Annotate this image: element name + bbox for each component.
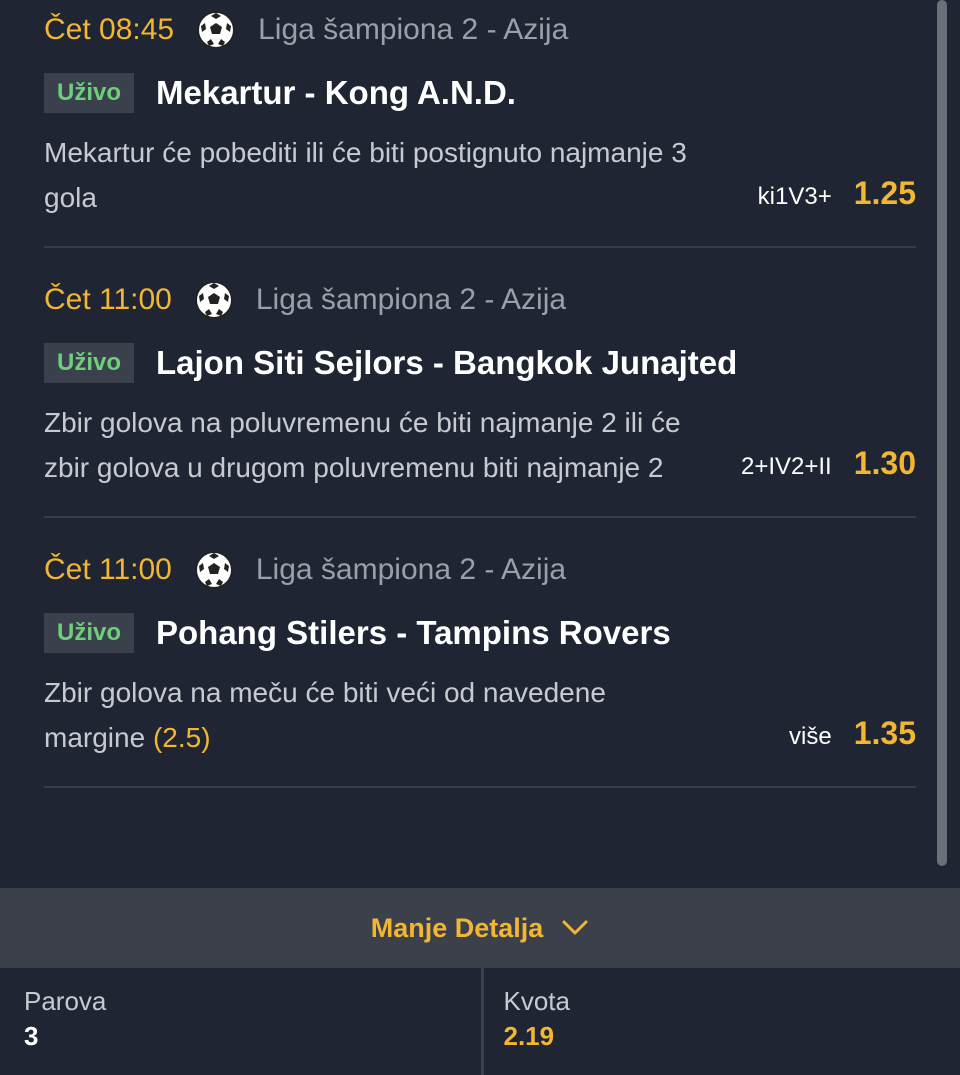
bet-description-text: Zbir golova na meču će biti veći od nave… (44, 677, 606, 753)
league-name: Liga šampiona 2 - Azija (255, 283, 567, 316)
bet-description: Mekartur će pobediti ili će biti postign… (44, 130, 704, 220)
ticket-summary: Parova 3 Kvota 2.19 (0, 968, 960, 1075)
bet-margin: (2.5) (152, 722, 211, 753)
bet-description-text: Zbir golova na poluvremenu će biti najma… (44, 407, 681, 483)
match-teams[interactable]: Mekartur - Kong A.N.D. (156, 70, 516, 116)
pick-code: ki1V3+ (757, 183, 832, 210)
league-name: Liga šampiona 2 - Azija (255, 553, 567, 586)
match-teams[interactable]: Lajon Siti Sejlors - Bangkok Junajted (156, 340, 737, 386)
bet-pick: ki1V3+ 1.25 (758, 175, 916, 220)
pairs-value: 3 (24, 1021, 39, 1051)
match-row: Uživo Lajon Siti Sejlors - Bangkok Junaj… (44, 340, 916, 386)
bet-description: Zbir golova na meču će biti veći od nave… (44, 670, 704, 760)
pick-odd: 1.35 (853, 715, 916, 751)
less-details-button[interactable]: Manje Detalja (0, 888, 960, 968)
bet-item: Čet 08:45 Liga šampiona 2 - Azija Uživo … (44, 0, 916, 246)
odds-value: 2.19 (503, 1021, 555, 1051)
bet-list[interactable]: Čet 08:45 Liga šampiona 2 - Azija Uživo … (0, 0, 960, 888)
match-teams[interactable]: Pohang Stilers - Tampins Rovers (156, 610, 671, 656)
match-row: Uživo Mekartur - Kong A.N.D. (44, 70, 916, 116)
match-row: Uživo Pohang Stilers - Tampins Rovers (44, 610, 916, 656)
pick-odd: 1.30 (853, 445, 916, 481)
pick-code: više (789, 723, 832, 750)
bet-meta: Čet 11:00 Liga šampiona 2 - Azija (44, 270, 916, 330)
bet-description-row: Zbir golova na poluvremenu će biti najma… (44, 400, 916, 516)
divider (44, 246, 916, 248)
bet-description-row: Zbir golova na meču će biti veći od nave… (44, 670, 916, 786)
pick-code: 2+IV2+II (740, 453, 832, 480)
soccer-ball-icon (197, 11, 236, 49)
odds-summary: Kvota 2.19 (480, 968, 960, 1075)
bet-description-row: Mekartur će pobediti ili će biti postign… (44, 130, 916, 246)
match-time: Čet 11:00 (44, 283, 172, 316)
chevron-down-icon (562, 920, 588, 935)
less-details-label: Manje Detalja (370, 912, 544, 943)
pick-odd: 1.25 (853, 175, 916, 211)
match-time: Čet 11:00 (44, 553, 172, 586)
pairs-label: Parova (24, 986, 107, 1016)
bet-pick: više 1.35 (789, 715, 916, 760)
divider (44, 516, 916, 518)
odds-label: Kvota (503, 986, 571, 1016)
live-badge: Uživo (44, 613, 134, 653)
bet-meta: Čet 11:00 Liga šampiona 2 - Azija (44, 540, 916, 600)
live-badge: Uživo (44, 343, 134, 383)
bet-description-text: Mekartur će pobediti ili će biti postign… (44, 137, 687, 213)
ticket-details-screen: Čet 08:45 Liga šampiona 2 - Azija Uživo … (0, 0, 960, 1075)
match-time: Čet 08:45 (44, 13, 175, 46)
league-name: Liga šampiona 2 - Azija (258, 13, 569, 46)
bet-item: Čet 11:00 Liga šampiona 2 - Azija Uživo … (44, 540, 916, 786)
bet-description: Zbir golova na poluvremenu će biti najma… (44, 400, 704, 490)
soccer-ball-icon (194, 281, 233, 319)
bet-item: Čet 11:00 Liga šampiona 2 - Azija Uživo … (44, 270, 916, 516)
bet-pick: 2+IV2+II 1.30 (741, 445, 916, 490)
soccer-ball-icon (194, 551, 233, 589)
bet-meta: Čet 08:45 Liga šampiona 2 - Azija (44, 0, 916, 60)
pairs-summary: Parova 3 (0, 968, 481, 1075)
live-badge: Uživo (44, 73, 134, 113)
scrollbar[interactable] (937, 0, 947, 866)
divider (44, 786, 916, 788)
